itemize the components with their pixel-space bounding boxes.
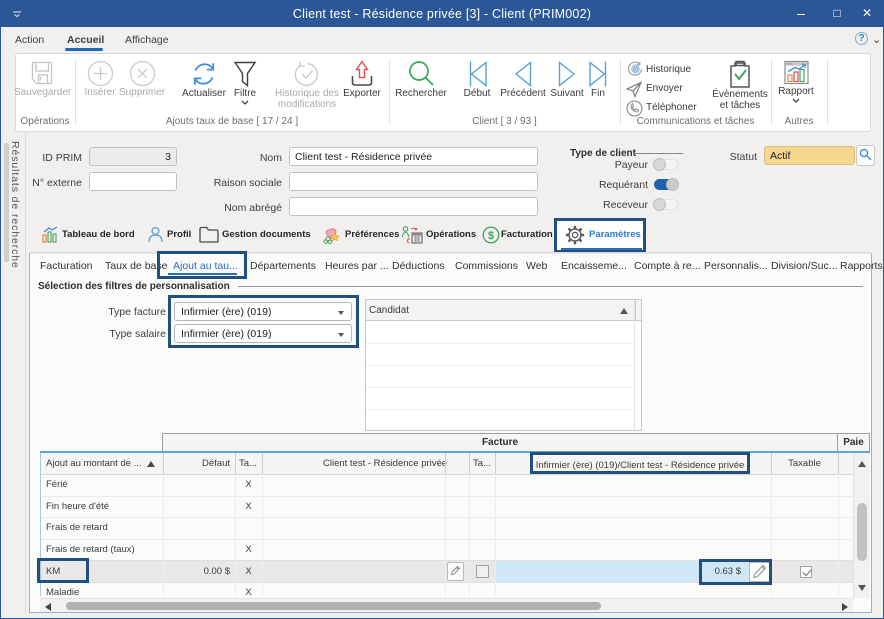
svg-text:$: $ (488, 230, 494, 242)
